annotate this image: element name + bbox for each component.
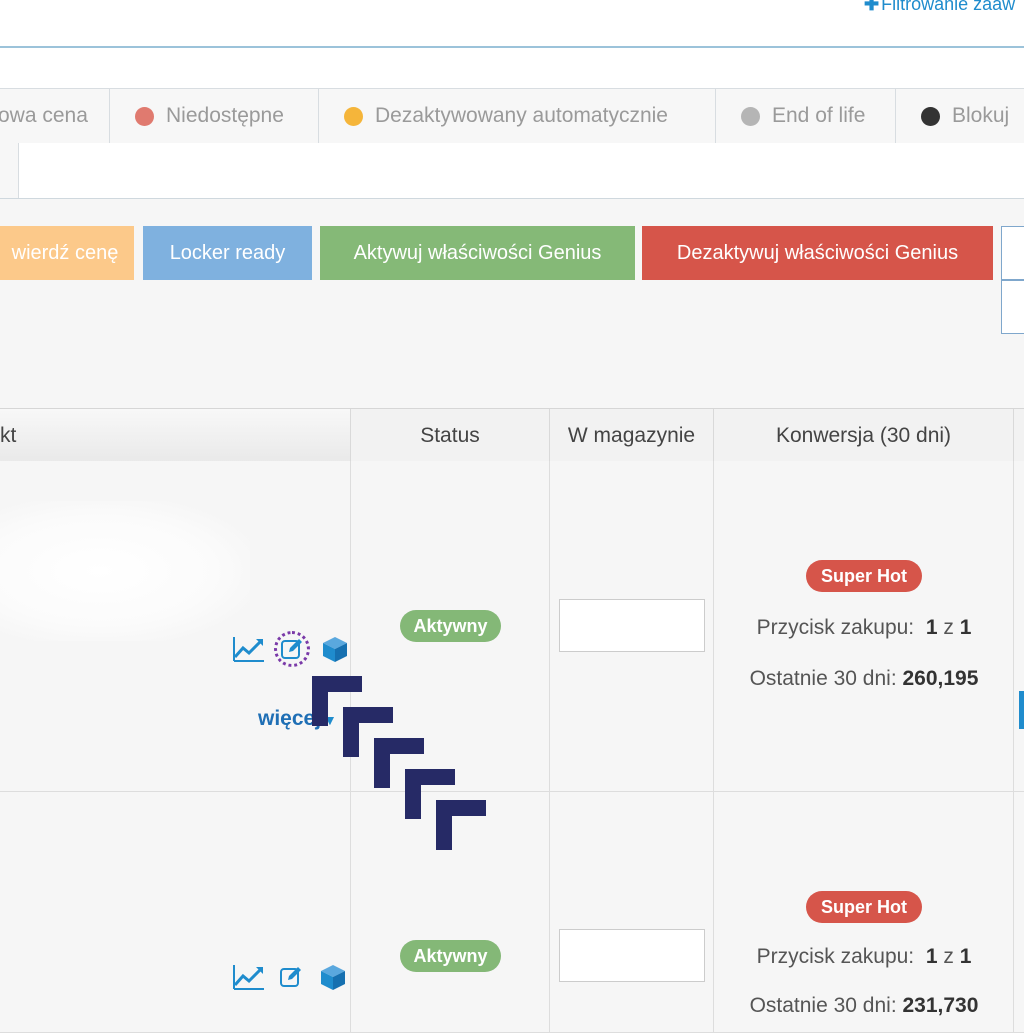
buybox-value: 1 [925,945,938,968]
status-badge: Aktywny [400,940,501,972]
status-badge: Aktywny [400,610,501,642]
table-row: więcej ▼ Aktywny Super Hot Przycisk zakup… [0,461,1024,792]
buybox-separator: z [943,945,954,968]
locker-ready-button[interactable]: Locker ready [143,226,312,280]
top-bar: ✚ Filtrowanie zaaw [0,0,1024,48]
search-input[interactable] [19,143,1024,198]
legend-item-block[interactable]: Blokuj [896,89,1024,143]
column-conversion[interactable]: Konwersja (30 dni) [714,409,1014,462]
product-actions [232,962,350,992]
chart-icon[interactable] [232,634,266,664]
side-control-top[interactable] [1001,226,1024,280]
row-cell [0,143,19,198]
hot-label: Super Hot [820,896,907,917]
row-edge-button[interactable] [1019,691,1024,729]
chart-icon[interactable] [232,962,266,992]
more-link[interactable]: więcej ▼ [258,707,337,731]
more-label: więcej [258,707,322,730]
column-label: kt [0,423,17,447]
divider [549,461,550,791]
button-label: Aktywuj właściwości Genius [353,241,602,264]
column-label: W magazynie [567,423,696,447]
button-label: Locker ready [169,241,286,264]
legend-label: End of life [772,104,866,127]
buybox-total: 1 [959,616,972,639]
buybox-line: Przycisk zakupu: 1 z 1 [714,616,1014,640]
deactivate-genius-button[interactable]: Dezaktywuj właściwości Genius [642,226,993,280]
status-dot-icon [135,106,154,126]
side-control-bottom[interactable] [1001,280,1024,334]
product-actions [232,631,352,667]
status-dot-icon [741,106,760,126]
buybox-label: Przycisk zakupu: [756,616,915,639]
table-row: Aktywny Super Hot Przycisk zakupu: 1 z 1… [0,792,1024,1033]
column-label: Status [420,423,480,447]
button-label: wierdź cenę [11,241,119,264]
stock-input[interactable] [559,929,705,982]
legend-label: owa cena [0,104,88,127]
legend-label: Blokuj [952,104,1010,127]
column-status[interactable]: Status [351,409,550,462]
status-legend: owa cena Niedostępne Dezaktywowany autom… [0,88,1024,144]
divider [350,792,351,1032]
last30-label: Ostatnie 30 dni: [749,667,897,690]
advanced-filter-label: Filtrowanie zaaw [881,0,1016,14]
buybox-label: Przycisk zakupu: [756,945,915,968]
column-label: Konwersja (30 dni) [775,423,952,447]
hot-badge: Super Hot [806,891,922,923]
table-header: kt Status W magazynie Konwersja (30 dni) [0,408,1024,463]
divider [350,461,351,791]
buybox-line: Przycisk zakupu: 1 z 1 [714,945,1014,969]
stock-input[interactable] [559,599,705,652]
product-image [0,501,250,641]
buybox-value: 1 [925,616,938,639]
divider [549,792,550,1032]
status-dot-icon [344,106,363,126]
buybox-separator: z [943,616,954,639]
last30-value: 260,195 [902,667,979,690]
legend-label: Dezaktywowany automatycznie [375,104,668,127]
status-label: Aktywny [413,945,488,966]
box-icon[interactable] [318,634,352,664]
column-product[interactable]: kt [0,409,351,462]
activate-genius-button[interactable]: Aktywuj właściwości Genius [320,226,635,280]
last30-value: 231,730 [902,994,979,1017]
legend-item-end-of-life[interactable]: End of life [716,89,896,143]
column-stock[interactable]: W magazynie [550,409,714,462]
legend-item-auto-deactivated[interactable]: Dezaktywowany automatycznie [319,89,716,143]
button-label: Dezaktywuj właściwości Genius [676,241,959,264]
search-row [0,143,1024,199]
toolbar-band [0,48,1024,88]
advanced-filter-link[interactable]: ✚ Filtrowanie zaaw [864,0,1015,15]
buybox-total: 1 [959,945,972,968]
confirm-price-button[interactable]: wierdź cenę [0,226,134,280]
plus-icon: ✚ [864,0,880,14]
last30-label: Ostatnie 30 dni: [749,994,897,1017]
chevron-down-icon: ▼ [323,712,337,728]
legend-item-price[interactable]: owa cena [0,89,110,143]
last30-line: Ostatnie 30 dni: 231,730 [714,994,1014,1018]
status-label: Aktywny [413,615,488,636]
last30-line: Ostatnie 30 dni: 260,195 [714,667,1014,691]
box-icon[interactable] [316,962,350,992]
status-dot-icon [921,106,940,126]
edit-icon[interactable] [274,962,308,992]
hot-label: Super Hot [820,565,907,586]
legend-label: Niedostępne [166,104,284,127]
legend-item-unavailable[interactable]: Niedostępne [110,89,319,143]
hot-badge: Super Hot [806,560,922,592]
edit-icon[interactable] [274,631,310,667]
